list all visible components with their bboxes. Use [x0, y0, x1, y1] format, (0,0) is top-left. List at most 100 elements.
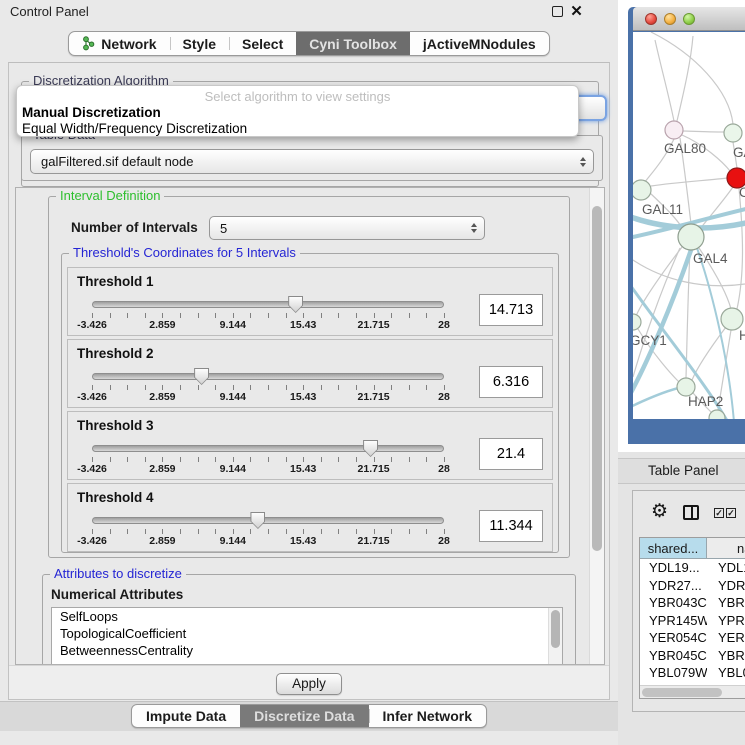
scrollbar-thumb[interactable] [551, 610, 560, 648]
tab-select[interactable]: Select [229, 32, 296, 55]
table-data-group: Table Data galFiltered.sif default node [21, 135, 603, 181]
table-row[interactable]: YPR145WYPR1 [640, 612, 745, 630]
numerical-attributes-label: Numerical Attributes [51, 587, 183, 602]
slider-track[interactable] [92, 445, 444, 452]
spinner-arrows-icon [471, 223, 477, 233]
cell: YBR043C [640, 595, 707, 610]
tab-impute-data[interactable]: Impute Data [132, 705, 240, 727]
table-horizontal-scrollbar[interactable] [640, 685, 745, 698]
cell: YBL0 [707, 665, 745, 680]
threshold-4-value-field[interactable]: 11.344 [479, 510, 543, 542]
network-canvas[interactable]: GAL80 GA C GAL11 GAL4 GCY1 H HAP2 [633, 32, 745, 419]
slider-track[interactable] [92, 517, 444, 524]
network-window-titlebar[interactable] [633, 7, 745, 31]
slider-thumb[interactable] [194, 368, 209, 385]
threshold-4-slider: -3.4262.8599.14415.4321.71528 [92, 514, 444, 550]
checkbox-icon[interactable]: ✓ [726, 508, 736, 518]
slider-thumb[interactable] [288, 296, 303, 313]
table-row[interactable]: YBR043CYBR0 [640, 594, 745, 612]
number-of-intervals-label: Number of Intervals [71, 220, 198, 235]
tab-network[interactable]: Network [69, 32, 169, 55]
table-data-value: galFiltered.sif default node [41, 154, 193, 169]
table-row[interactable]: YER054CYER0 [640, 629, 745, 647]
gear-icon[interactable]: ⚙ [651, 500, 668, 523]
slider-track[interactable] [92, 301, 444, 308]
threshold-1-label: Threshold 1 [77, 274, 154, 289]
slider-tick-labels: -3.4262.8599.14415.4321.71528 [92, 463, 444, 475]
tab-discretize-data[interactable]: Discretize Data [240, 705, 368, 727]
minimize-traffic-light-button[interactable] [664, 13, 676, 25]
label-cut-top-right: GA [733, 145, 745, 160]
network-graph: GAL80 GA C GAL11 GAL4 GCY1 H HAP2 [633, 32, 745, 419]
column-header-name[interactable]: name [707, 538, 745, 559]
table-data-combobox[interactable]: galFiltered.sif default node [30, 149, 594, 174]
number-of-intervals-combobox[interactable]: 5 [209, 216, 485, 240]
control-panel-titlebar: Control Panel ✕ [0, 0, 618, 24]
top-tabbar-group: Network Style Select Cyni Toolbox jActiv… [68, 31, 549, 56]
table-body: YDL19...YDL1 YDR27...YDR2 YBR043CYBR0 YP… [640, 559, 745, 685]
table-panel-header: Table Panel [618, 458, 745, 484]
list-item-betweennesscentrality[interactable]: BetweennessCentrality [52, 642, 562, 659]
scrollbar-thumb[interactable] [592, 206, 602, 551]
tab-network-label: Network [101, 36, 156, 52]
control-panel-title: Control Panel [10, 4, 89, 19]
algorithm-option-equal-width[interactable]: Equal Width/Frequency Discretization [17, 121, 578, 137]
bottom-tabbar: Impute Data Discretize Data Infer Networ… [0, 701, 618, 731]
threshold-1-row: Threshold 1 -3.4262.8599.14415.4321.7152… [67, 267, 553, 336]
settings-scrollpane: Interval Definition Number of Intervals … [15, 187, 605, 665]
float-window-icon[interactable] [552, 6, 563, 17]
threshold-1-slider: -3.4262.8599.14415.4321.71528 [92, 298, 444, 334]
close-icon[interactable]: ✕ [569, 4, 584, 19]
label-gcy1: GCY1 [633, 333, 667, 348]
slider-track[interactable] [92, 373, 444, 380]
table-row[interactable]: YBR045CYBR0 [640, 647, 745, 665]
node-gcy1[interactable] [633, 314, 641, 330]
node-cut-right[interactable] [721, 308, 743, 330]
node-gal11[interactable] [633, 180, 651, 200]
checkbox-icon[interactable]: ✓ [714, 508, 724, 518]
algorithm-option-manual[interactable]: Manual Discretization [17, 105, 578, 121]
apply-strip: Apply [9, 665, 609, 699]
tab-style-label: Style [183, 36, 216, 52]
tab-infer-network[interactable]: Infer Network [369, 705, 486, 727]
table-row[interactable]: YDR27...YDR2 [640, 577, 745, 595]
table-row[interactable]: YDL19...YDL1 [640, 559, 745, 577]
apply-button[interactable]: Apply [276, 673, 342, 695]
number-of-intervals-value: 5 [220, 221, 227, 236]
attributes-list-scrollbar[interactable] [548, 608, 562, 665]
cell: YBL079W [640, 665, 707, 680]
network-icon [82, 36, 95, 51]
node-gal4[interactable] [678, 224, 704, 250]
tab-cyni-toolbox-label: Cyni Toolbox [309, 36, 397, 52]
tab-select-label: Select [242, 36, 283, 52]
tab-style[interactable]: Style [170, 32, 229, 55]
table-row[interactable]: YBL079WYBL0 [640, 664, 745, 682]
cell: YBR0 [707, 648, 745, 663]
tab-jactivemnodules[interactable]: jActiveMNodules [410, 32, 549, 55]
scrollbar-thumb[interactable] [642, 688, 722, 697]
threshold-2-row: Threshold 2 -3.4262.8599.14415.4321.7152… [67, 339, 553, 408]
list-item-selfloops[interactable]: SelfLoops [52, 608, 562, 625]
node-gal80[interactable] [665, 121, 683, 139]
close-traffic-light-button[interactable] [645, 13, 657, 25]
tab-cyni-toolbox[interactable]: Cyni Toolbox [296, 32, 410, 55]
bottom-tabbar-group: Impute Data Discretize Data Infer Networ… [131, 704, 487, 728]
cell: YPR145W [640, 613, 707, 628]
slider-thumb[interactable] [250, 512, 265, 529]
label-hap2: HAP2 [688, 394, 723, 409]
node-cut-top-right[interactable] [724, 124, 742, 142]
label-gal4: GAL4 [693, 251, 728, 266]
list-item-topologicalcoefficient[interactable]: TopologicalCoefficient [52, 625, 562, 642]
settings-vertical-scrollbar[interactable] [589, 188, 604, 664]
threshold-3-value-field[interactable]: 21.4 [479, 438, 543, 470]
threshold-2-value-field[interactable]: 6.316 [479, 366, 543, 398]
slider-thumb[interactable] [363, 440, 378, 457]
threshold-3-label: Threshold 3 [77, 418, 154, 433]
column-header-shared[interactable]: shared... [640, 538, 707, 559]
table-header-row: shared... name [640, 538, 745, 559]
split-columns-icon[interactable] [683, 505, 699, 520]
thresholds-group-label: Threshold's Coordinates for 5 Intervals [69, 245, 300, 260]
threshold-1-value-field[interactable]: 14.713 [479, 294, 543, 326]
label-cut-right-mid: C [739, 185, 745, 200]
zoom-traffic-light-button[interactable] [683, 13, 695, 25]
